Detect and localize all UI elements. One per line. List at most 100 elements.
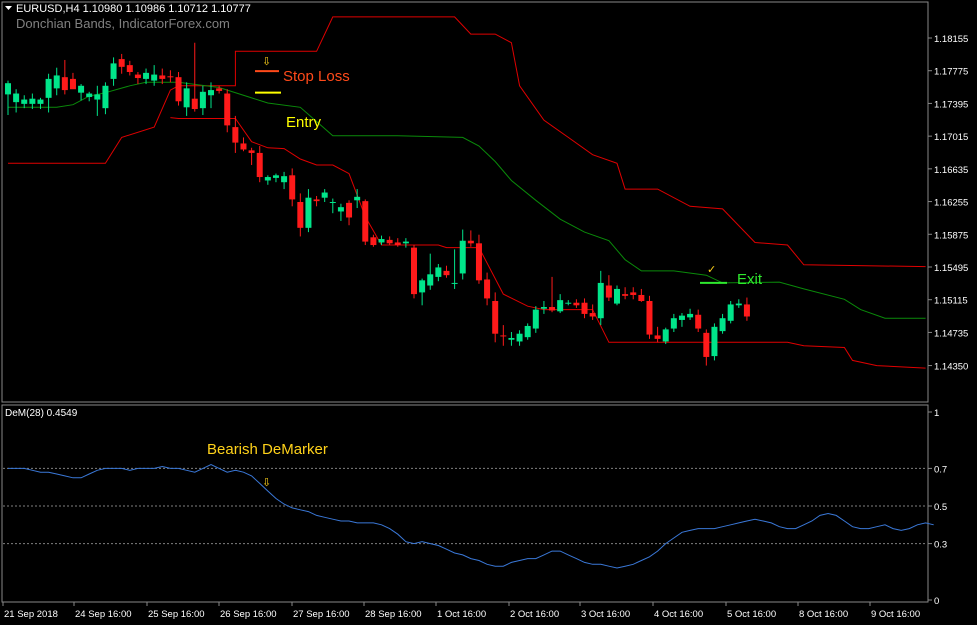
candle-body bbox=[53, 75, 60, 89]
candle-body bbox=[346, 202, 353, 218]
candle-body bbox=[614, 288, 620, 304]
candle-body bbox=[605, 285, 612, 298]
candle-body bbox=[557, 300, 564, 312]
price-panel-frame bbox=[1, 1, 929, 403]
time-tick-label: 25 Sep 16:00 bbox=[148, 609, 205, 620]
indicator-name: Donchian Bands, IndicatorForex.com bbox=[16, 16, 230, 31]
candle-body bbox=[199, 91, 206, 109]
candle-body bbox=[451, 282, 458, 284]
candle-body bbox=[289, 175, 296, 200]
candle-body bbox=[13, 93, 20, 103]
candle-body bbox=[21, 99, 28, 104]
candle-body bbox=[516, 333, 523, 342]
candle-body bbox=[622, 294, 629, 296]
candle-body bbox=[272, 175, 279, 178]
candle-body bbox=[411, 247, 417, 295]
demarker-tick-label: 0.3 bbox=[934, 540, 947, 551]
candle-body bbox=[102, 85, 109, 109]
candle-body bbox=[630, 292, 637, 295]
candle-body bbox=[362, 201, 369, 242]
candle-body bbox=[191, 98, 198, 110]
candle-body bbox=[735, 303, 742, 306]
candle-body bbox=[581, 302, 588, 314]
candle-body bbox=[29, 98, 36, 104]
candle-body bbox=[484, 279, 491, 299]
candle-body bbox=[435, 267, 442, 277]
candle-body bbox=[224, 93, 231, 126]
demarker-tick-label: 1 bbox=[934, 408, 939, 419]
candle-body bbox=[118, 59, 125, 67]
candle-body bbox=[354, 196, 361, 201]
candle-body bbox=[743, 304, 750, 317]
candle-body bbox=[427, 274, 434, 286]
candle-body bbox=[443, 270, 450, 276]
candle-body bbox=[695, 314, 702, 329]
candle-body bbox=[175, 77, 182, 102]
candle-body bbox=[313, 199, 320, 202]
candle-body bbox=[589, 313, 596, 317]
candle-body bbox=[240, 143, 247, 150]
candle-body bbox=[467, 240, 474, 244]
demarker-tick-label: 0 bbox=[934, 596, 939, 607]
time-tick-label: 1 Oct 16:00 bbox=[437, 609, 486, 620]
candle-body bbox=[86, 93, 93, 97]
time-tick-label: 21 Sep 2018 bbox=[4, 609, 58, 620]
candle-body bbox=[321, 192, 328, 198]
price-tick-label: 1.15875 bbox=[934, 230, 968, 241]
candle-body bbox=[549, 307, 556, 311]
time-tick-label: 26 Sep 16:00 bbox=[220, 609, 277, 620]
candle-body bbox=[337, 207, 344, 212]
candle-body bbox=[402, 241, 409, 244]
candle-body bbox=[678, 315, 685, 320]
demarker-arrow-icon: ⇩ bbox=[262, 477, 271, 489]
candle-body bbox=[703, 332, 710, 357]
candle-body bbox=[419, 280, 426, 293]
candle-body bbox=[378, 239, 385, 243]
candle-body bbox=[329, 202, 336, 203]
candle-body bbox=[61, 77, 68, 91]
price-tick-label: 1.17015 bbox=[934, 132, 968, 143]
candle-body bbox=[573, 302, 580, 306]
candle-body bbox=[670, 318, 677, 329]
demarker-tick-label: 0.7 bbox=[934, 464, 947, 475]
candle-body bbox=[646, 301, 653, 335]
price-tick-label: 1.15495 bbox=[934, 263, 968, 274]
candle-body bbox=[216, 88, 223, 91]
price-tick-label: 1.17775 bbox=[934, 67, 968, 78]
candle-body bbox=[565, 302, 572, 304]
candle-body bbox=[134, 74, 141, 79]
indicator-panel-frame bbox=[1, 404, 929, 603]
candle-body bbox=[370, 237, 377, 246]
candle-body bbox=[492, 301, 499, 334]
candle-body bbox=[151, 74, 158, 81]
candle-body bbox=[110, 63, 117, 79]
candle-body bbox=[37, 99, 44, 104]
candle-body bbox=[719, 318, 726, 332]
candle-body bbox=[143, 72, 150, 79]
exit-check-icon: ✓ bbox=[707, 264, 716, 276]
chart-area: 1.18155 1.17775 1.17395 1.17015 1.16635 1.162… bbox=[1, 1, 968, 620]
entry-label: Entry bbox=[286, 114, 322, 131]
price-tick-label: 1.17395 bbox=[934, 99, 968, 110]
candle-body bbox=[248, 150, 255, 153]
candle-body bbox=[78, 85, 85, 93]
candle-body bbox=[126, 65, 133, 73]
time-tick-label: 28 Sep 16:00 bbox=[365, 609, 422, 620]
candle-body bbox=[654, 335, 661, 339]
exit-label: Exit bbox=[737, 271, 763, 288]
candle-body bbox=[281, 176, 288, 183]
time-tick-label: 24 Sep 16:00 bbox=[75, 609, 132, 620]
candle-body bbox=[638, 294, 645, 301]
candle-body bbox=[232, 127, 239, 143]
candle-body bbox=[540, 307, 547, 309]
candle-body bbox=[500, 335, 507, 337]
candle-body bbox=[711, 326, 718, 357]
candle-body bbox=[305, 197, 312, 228]
candle-body bbox=[662, 329, 669, 342]
candle-body bbox=[508, 338, 515, 340]
time-tick-label: 9 Oct 16:00 bbox=[871, 609, 920, 620]
demarker-label: DeM(28) 0.4549 bbox=[5, 408, 78, 419]
time-tick-label: 2 Oct 16:00 bbox=[510, 609, 559, 620]
candle-body bbox=[386, 239, 393, 244]
candle-body bbox=[264, 177, 271, 181]
